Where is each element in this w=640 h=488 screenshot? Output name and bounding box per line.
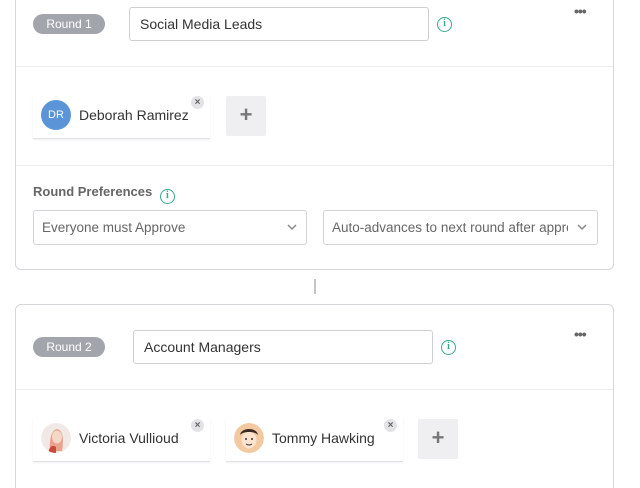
member-chip-tommy-hawking: Tommy Hawking × [226, 417, 403, 462]
round-header-2: Round 2 Account Managers i ••• [16, 326, 613, 366]
round-badge: Round 1 [33, 14, 105, 34]
member-name: Tommy Hawking [272, 430, 375, 446]
round-name-input[interactable]: Social Media Leads [129, 7, 429, 41]
round-badge: Round 2 [33, 337, 105, 357]
round-name-input[interactable]: Account Managers [133, 330, 433, 364]
info-icon[interactable]: i [159, 189, 175, 204]
remove-member-icon[interactable]: × [191, 96, 204, 109]
approval-select-value: Everyone must Approve [42, 220, 186, 235]
info-icon[interactable]: i [441, 340, 456, 355]
member-name: Deborah Ramirez [79, 107, 189, 123]
advance-select[interactable]: Auto-advances to next round after approv… [323, 210, 598, 245]
info-icon[interactable]: i [437, 17, 452, 32]
remove-member-icon[interactable]: × [191, 419, 204, 432]
more-options-icon[interactable]: ••• [574, 3, 587, 19]
remove-member-icon[interactable]: × [384, 419, 397, 432]
divider [16, 66, 613, 67]
divider [16, 389, 613, 390]
avatar [234, 423, 264, 453]
round-header-1: Round 1 Social Media Leads i ••• [16, 3, 613, 43]
add-member-button[interactable]: + [418, 419, 458, 459]
member-chip-victoria-vullioud: Victoria Vullioud × [33, 417, 210, 462]
member-chip-deborah-ramirez: DR Deborah Ramirez × [33, 94, 210, 139]
member-name: Victoria Vullioud [79, 430, 179, 446]
round-card-2: Round 2 Account Managers i ••• Victoria … [15, 304, 614, 488]
round-card-1: Round 1 Social Media Leads i ••• DR Debo… [15, 0, 614, 270]
avatar: DR [41, 100, 71, 130]
round-preferences-label: Round Preferences i [33, 184, 175, 204]
divider [16, 165, 613, 166]
chevron-down-icon [577, 224, 587, 231]
advance-select-value: Auto-advances to next round after approv… [332, 220, 568, 235]
avatar [41, 423, 71, 453]
approval-select[interactable]: Everyone must Approve [33, 210, 307, 245]
round-connector [314, 279, 316, 294]
add-member-button[interactable]: + [226, 96, 266, 136]
chevron-down-icon [287, 224, 297, 231]
more-options-icon[interactable]: ••• [574, 326, 587, 342]
